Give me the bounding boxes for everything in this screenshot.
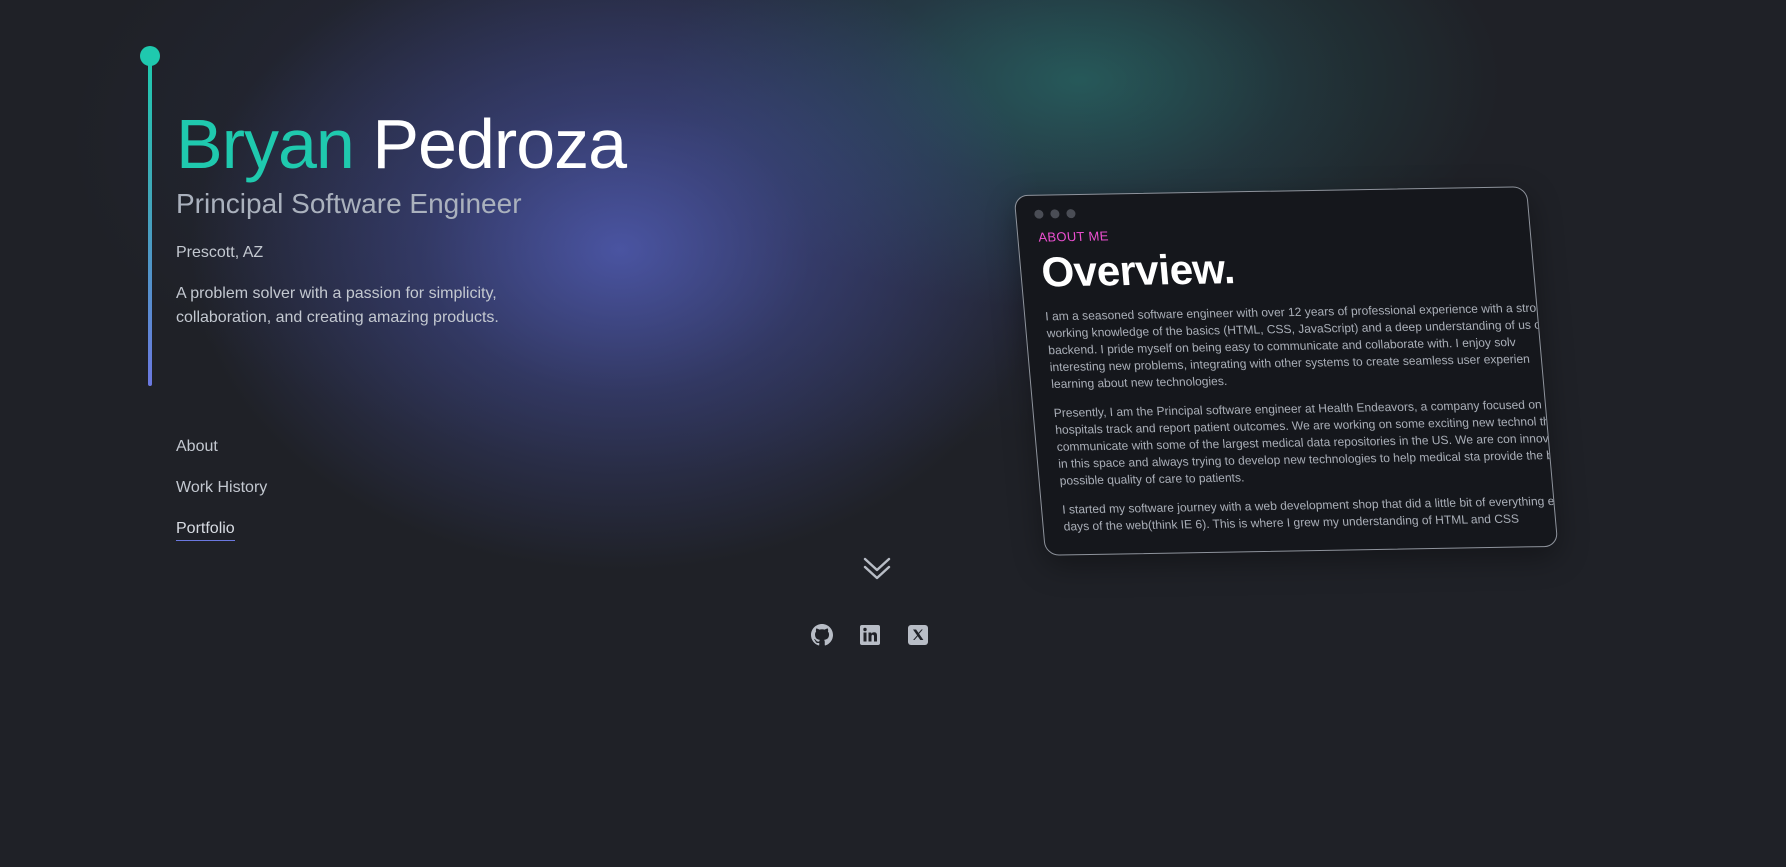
card-paragraph: I started my software journey with a web… — [1061, 493, 1559, 534]
first-name: Bryan — [176, 105, 355, 183]
card-title: Overview. — [1039, 245, 1237, 296]
x-icon[interactable] — [907, 624, 929, 646]
linkedin-icon[interactable] — [859, 624, 881, 646]
window-dot — [1033, 209, 1044, 219]
hero: Bryan Pedroza Principal Software Enginee… — [176, 102, 716, 330]
main-nav: About Work History Portfolio — [176, 435, 267, 541]
card-content: ABOUT ME Overview. I am a seasoned softw… — [1038, 221, 1559, 548]
location: Prescott, AZ — [176, 244, 264, 261]
nav-item-about[interactable]: About — [176, 435, 218, 458]
timeline-line — [148, 62, 152, 386]
last-name: Pedroza — [372, 105, 627, 183]
window-dot — [1050, 209, 1060, 219]
card-paragraph: Presently, I am the Principal software e… — [1053, 397, 1559, 488]
github-icon[interactable] — [811, 624, 833, 646]
chevron-down-icon[interactable] — [862, 554, 892, 584]
window-dot — [1066, 209, 1076, 219]
about-preview-card[interactable]: ABOUT ME Overview. I am a seasoned softw… — [1013, 186, 1559, 556]
nav-item-portfolio[interactable]: Portfolio — [176, 517, 235, 541]
window-dots — [1033, 209, 1076, 219]
card-paragraph: I am a seasoned software engineer with o… — [1044, 300, 1549, 392]
tagline: A problem solver with a passion for simp… — [176, 285, 499, 326]
nav-item-work-history[interactable]: Work History — [176, 476, 267, 499]
social-links — [811, 624, 929, 646]
job-title: Principal Software Engineer — [176, 188, 522, 219]
page-title: Bryan Pedroza — [176, 102, 716, 186]
